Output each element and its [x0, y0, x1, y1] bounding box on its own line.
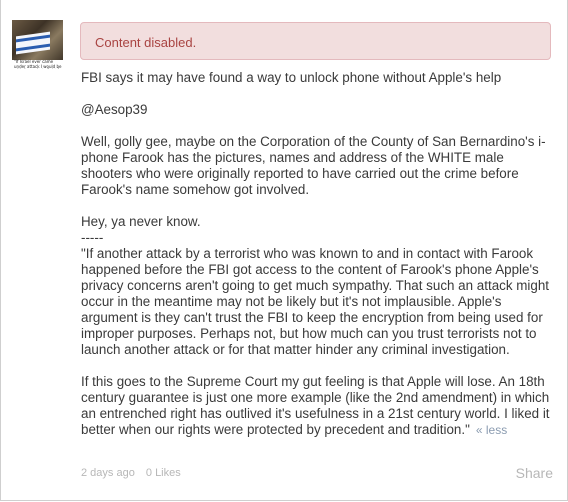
timestamp: 2 days ago: [81, 467, 135, 479]
content-disabled-alert: Content disabled.: [80, 22, 551, 60]
alert-text: Content disabled.: [95, 35, 197, 50]
mention-link[interactable]: @Aesop39: [81, 102, 557, 118]
paragraph-1: Well, golly gee, maybe on the Corporatio…: [81, 134, 546, 197]
likes-count[interactable]: 0 Likes: [146, 467, 181, 479]
paragraph-3: If this goes to the Supreme Court my gut…: [81, 374, 557, 438]
comment-title: FBI says it may have found a way to unlo…: [81, 70, 502, 85]
less-link[interactable]: « less: [476, 423, 507, 437]
comment-body: FBI says it may have found a way to unlo…: [81, 70, 557, 438]
paragraph-2-line-1: Hey, ya never know.: [81, 214, 201, 229]
separator-line: -----: [81, 230, 104, 245]
avatar[interactable]: "If Israel ever came under attack I woul…: [12, 20, 63, 69]
israel-flag-image: [16, 31, 50, 55]
share-button[interactable]: Share: [516, 465, 553, 481]
comment-footer: 2 days ago 0 Likes Share: [81, 465, 553, 481]
avatar-caption: "If Israel ever came under attack I woul…: [12, 59, 63, 69]
quoted-paragraph: "If another attack by a terrorist who wa…: [81, 246, 549, 357]
